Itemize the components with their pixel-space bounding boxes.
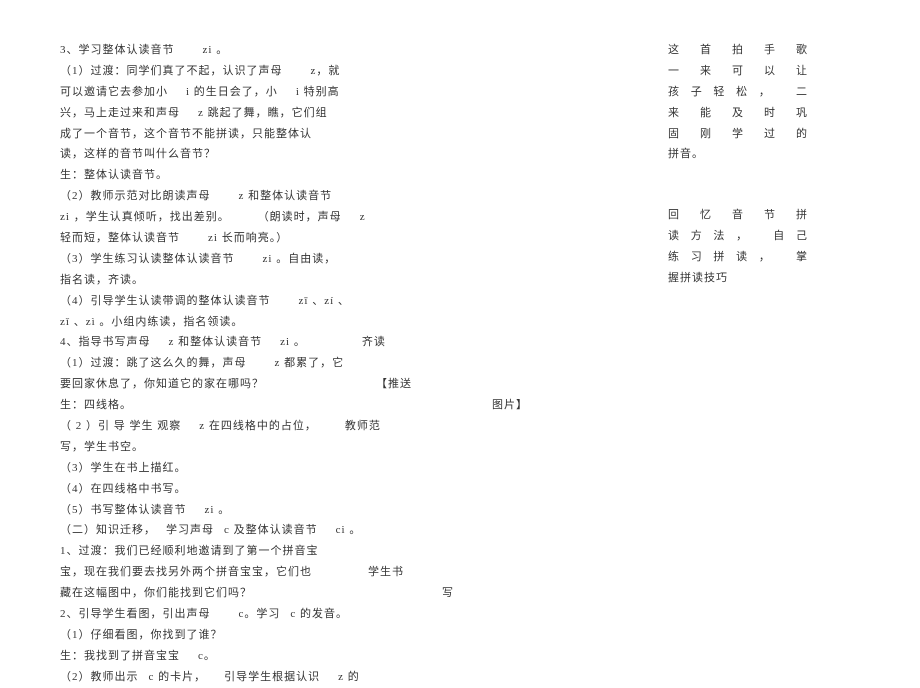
text-line: （4）引导学生认读带调的整体认读音节zī 、zí 、 <box>60 291 528 312</box>
text-line: 兴，马上走过来和声母z 跳起了舞，瞧，它们组 <box>60 103 528 124</box>
mid-note: 【推送 <box>376 378 412 390</box>
mid-note: 齐读 <box>362 336 386 348</box>
annotation-line: 一 来 可 以 让 <box>668 61 808 82</box>
text-line: （1）仔细看图，你找到了谁？ <box>60 625 528 646</box>
text-line: 读，这样的音节叫什么音节？ <box>60 144 528 165</box>
text-line: 3、学习整体认读音节zi 。 <box>60 40 528 61</box>
text-line: （3）学生练习认读整体认读音节zi 。自由读， <box>60 249 528 270</box>
annotation-line: 握拼读技巧 <box>668 268 808 289</box>
mid-note: 图片】 <box>492 399 528 411</box>
text-line: 4、指导书写声母z 和整体认读音节zi 。齐读 <box>60 332 528 353</box>
annotation-line: 固 刚 学 过 的 <box>668 124 808 145</box>
text-line: 2、引导学生看图，引出声母c。学习c 的发音。 <box>60 604 528 625</box>
text-line: （3）学生在书上描红。 <box>60 458 528 479</box>
text-line: 可以邀请它去参加小i 的生日会了，小i 特别高 <box>60 82 528 103</box>
mid-note: 学生书 <box>368 566 404 578</box>
text-line: zǐ 、zì 。小组内练读，指名领读。 <box>60 312 528 333</box>
text-line: zi ，学生认真倾听，找出差别。（朗读时，声母z <box>60 207 528 228</box>
text-line: 生：整体认读音节。 <box>60 165 528 186</box>
text-line: （4）在四线格中书写。 <box>60 479 528 500</box>
annotation-line: 练习拼读， 掌 <box>668 247 808 268</box>
annotation-line: 来 能 及 时 巩 <box>668 103 808 124</box>
annotation-line: 回 忆 音 节 拼 <box>668 205 808 226</box>
text-line: 宝，现在我们要去找另外两个拼音宝宝，它们也学生书 <box>60 562 528 583</box>
spacer <box>668 165 808 205</box>
document-page: 3、学习整体认读音节zi 。 （1）过渡：同学们真了不起，认识了声母z，就 可以… <box>60 40 860 688</box>
right-column: 这 首 拍 手 歌 一 来 可 以 让 孩子轻松， 二 来 能 及 时 巩 固 … <box>668 40 808 688</box>
text-line: （1）过渡：同学们真了不起，认识了声母z，就 <box>60 61 528 82</box>
text-line: （二）知识迁移，学习声母c 及整体认读音节ci 。 <box>60 520 528 541</box>
text-line: （1）过渡：跳了这么久的舞，声母z 都累了，它 <box>60 353 528 374</box>
text-line: 生：四线格。图片】 <box>60 395 528 416</box>
text-line: 要回家休息了，你知道它的家在哪吗？【推送 <box>60 374 528 395</box>
text-line: 生：我找到了拼音宝宝c。 <box>60 646 528 667</box>
annotation-line: 拼音。 <box>668 144 808 165</box>
text-line: 成了一个音节，这个音节不能拼读，只能整体认 <box>60 124 528 145</box>
annotation-line: 孩子轻松， 二 <box>668 82 808 103</box>
annotation-line: 这 首 拍 手 歌 <box>668 40 808 61</box>
text-line: （ 2 ）引 导 学生 观察z 在四线格中的占位，教师范 <box>60 416 528 437</box>
text-line: 指名读，齐读。 <box>60 270 528 291</box>
text-line: 轻而短，整体认读音节zi 长而响亮。） <box>60 228 528 249</box>
text-line: 藏在这幅图中，你们能找到它们吗？写 <box>60 583 528 604</box>
text-line: 1、过渡：我们已经顺利地邀请到了第一个拼音宝 <box>60 541 528 562</box>
mid-note: 教师范 <box>345 420 381 432</box>
annotation-line: 读方法， 自己 <box>668 226 808 247</box>
text-line: （2）教师出示c 的卡片，引导学生根据认识z 的 <box>60 667 528 688</box>
mid-column <box>558 40 638 688</box>
text-line: （5）书写整体认读音节zi 。 <box>60 500 528 521</box>
text-line: 写，学生书空。 <box>60 437 528 458</box>
left-column: 3、学习整体认读音节zi 。 （1）过渡：同学们真了不起，认识了声母z，就 可以… <box>60 40 528 688</box>
mid-note: 写 <box>442 587 454 599</box>
text-line: （2）教师示范对比朗读声母z 和整体认读音节 <box>60 186 528 207</box>
